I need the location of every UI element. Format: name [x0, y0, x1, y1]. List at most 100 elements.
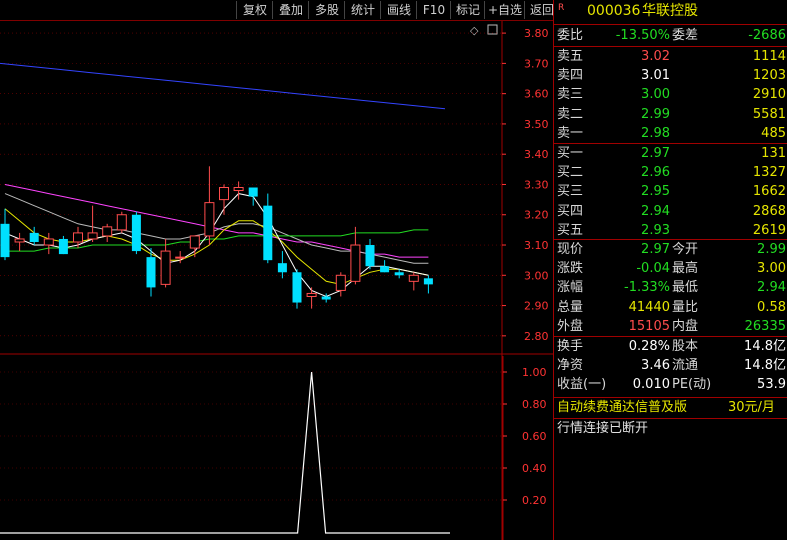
fund-value-2: 14.8亿 — [744, 339, 786, 354]
sell-volume: 1203 — [752, 68, 786, 84]
candle-body — [350, 244, 361, 282]
fund-value-2: 53.9 — [757, 377, 786, 393]
fund-label-2: 流通 — [672, 358, 699, 374]
candle-body — [423, 278, 433, 285]
signal-line — [0, 371, 450, 534]
candle-body — [204, 202, 215, 237]
sell-row[interactable]: 卖三 3.00 2910 — [554, 86, 787, 104]
quote-label: 涨幅 — [557, 280, 584, 296]
quote-value-2: 3.00 — [757, 261, 786, 277]
candle-body — [365, 245, 375, 267]
ma-line-ma_blue — [0, 62, 446, 110]
price-tick-label: 2.90 — [524, 300, 549, 313]
sell-row[interactable]: 卖一 2.98 485 — [554, 125, 787, 143]
buy-price: 2.96 — [641, 165, 670, 181]
fund-label: 换手 — [557, 339, 584, 354]
candle-body — [160, 250, 171, 285]
buy-price: 2.95 — [641, 184, 670, 200]
fund-value: 0.28% — [628, 339, 670, 354]
sub-tick-label: 0.40 — [522, 462, 547, 475]
buy-row[interactable]: 买五 2.93 2619 — [554, 222, 787, 240]
price-tick-label: 3.10 — [524, 239, 549, 252]
quote-value: 2.97 — [641, 242, 670, 257]
fund-label: 净资 — [557, 358, 584, 374]
status-text: 行情连接已断开 — [557, 421, 649, 436]
quote-label-2: 最低 — [672, 280, 699, 296]
sell-level-label: 卖二 — [557, 106, 584, 122]
quote-panel: R 000036 华联控股 委比 -13.50% 委差 -2686 卖五 3.02… — [553, 0, 787, 540]
quote-label-2: 量比 — [672, 299, 699, 315]
sell-price: 2.99 — [641, 106, 670, 122]
renew-price: 30元/月 — [728, 400, 775, 415]
quote-label-2: 今开 — [672, 242, 699, 257]
candle-body — [263, 205, 273, 261]
candle-body — [219, 187, 229, 201]
quote-value-2: 2.99 — [757, 242, 786, 257]
fund-row: 换手 0.28% 股本 14.8亿 — [554, 338, 787, 356]
price-tick-label: 3.50 — [524, 118, 549, 131]
buy-volume: 2619 — [752, 222, 786, 238]
fund-value: 0.010 — [632, 377, 670, 393]
toolbar-button-6[interactable]: 标记 — [450, 1, 485, 19]
candle-body — [189, 235, 200, 249]
ma-line-ma_green — [5, 229, 429, 252]
buy-row[interactable]: 买一 2.97 131 — [554, 145, 787, 163]
candle-body — [0, 223, 10, 258]
candle-body — [116, 214, 127, 231]
candle-body — [394, 272, 404, 276]
price-tick-label: 2.80 — [524, 330, 549, 343]
chart-toolbar: 复权 叠加 多股 统计 画线 F10 标记 +自选 返回 — [0, 0, 554, 21]
candle-body — [146, 257, 156, 288]
weibi-value: -13.50% — [615, 28, 670, 43]
renew-notice[interactable]: 自动续费通达信普及版 30元/月 — [554, 399, 787, 417]
rights-badge: R — [558, 3, 565, 13]
sell-row[interactable]: 卖五 3.02 1114 — [554, 48, 787, 66]
price-tick-label: 3.70 — [524, 57, 549, 70]
buy-row[interactable]: 买四 2.94 2868 — [554, 203, 787, 221]
fund-row: 净资 3.46 流通 14.8亿 — [554, 357, 787, 375]
sub-tick-label: 0.20 — [522, 494, 547, 507]
toolbar-button-1[interactable]: 叠加 — [272, 1, 309, 19]
candle-body — [87, 232, 98, 240]
buy-price: 2.93 — [641, 222, 670, 238]
sell-price: 3.01 — [641, 68, 670, 84]
sell-price: 3.02 — [641, 49, 670, 64]
quote-value: 41440 — [628, 299, 670, 315]
quote-row: 涨跌 -0.04 最高 3.00 — [554, 260, 787, 278]
candle-body — [102, 226, 113, 237]
kline-chart[interactable]: ◇ 3.80 3.70 3.60 3.50 3.40 3.30 3.20 3.10 3.00 2.9… — [0, 21, 553, 540]
toolbar-button-0[interactable]: 复权 — [236, 1, 273, 19]
candle-body — [43, 238, 54, 246]
buy-volume: 1327 — [752, 165, 786, 181]
toolbar-button-2[interactable]: 多股 — [308, 1, 345, 19]
buy-price: 2.94 — [641, 203, 670, 219]
quote-value: -1.33% — [624, 280, 670, 296]
toolbar-button-5[interactable]: F10 — [416, 1, 451, 19]
buy-volume: 131 — [761, 146, 786, 161]
toolbar-button-7[interactable]: +自选 — [484, 1, 525, 19]
buy-row[interactable]: 买二 2.96 1327 — [554, 164, 787, 182]
quote-value: 15105 — [628, 318, 670, 334]
candle-body — [380, 266, 390, 273]
quote-label: 总量 — [557, 299, 584, 315]
sell-row[interactable]: 卖四 3.01 1203 — [554, 67, 787, 85]
sell-level-label: 卖五 — [557, 49, 584, 64]
weicha-value: -2686 — [748, 28, 786, 43]
candle-body — [29, 232, 39, 242]
quote-value: -0.04 — [636, 261, 670, 277]
sell-volume: 1114 — [752, 49, 786, 64]
connection-status: 行情连接已断开 — [554, 420, 787, 438]
candle-body — [277, 263, 287, 273]
toolbar-button-3[interactable]: 统计 — [344, 1, 381, 19]
candle-body — [248, 187, 258, 197]
candle-body — [292, 272, 302, 303]
quote-row: 总量 41440 量比 0.58 — [554, 299, 787, 317]
quote-label: 现价 — [557, 242, 584, 257]
fund-value-2: 14.8亿 — [744, 358, 786, 374]
fund-label-2: PE(动) — [672, 377, 712, 393]
toolbar-button-4[interactable]: 画线 — [380, 1, 417, 19]
buy-row[interactable]: 买三 2.95 1662 — [554, 183, 787, 201]
quote-label: 外盘 — [557, 318, 584, 334]
quote-label-2: 内盘 — [672, 318, 699, 334]
sell-row[interactable]: 卖二 2.99 5581 — [554, 106, 787, 124]
